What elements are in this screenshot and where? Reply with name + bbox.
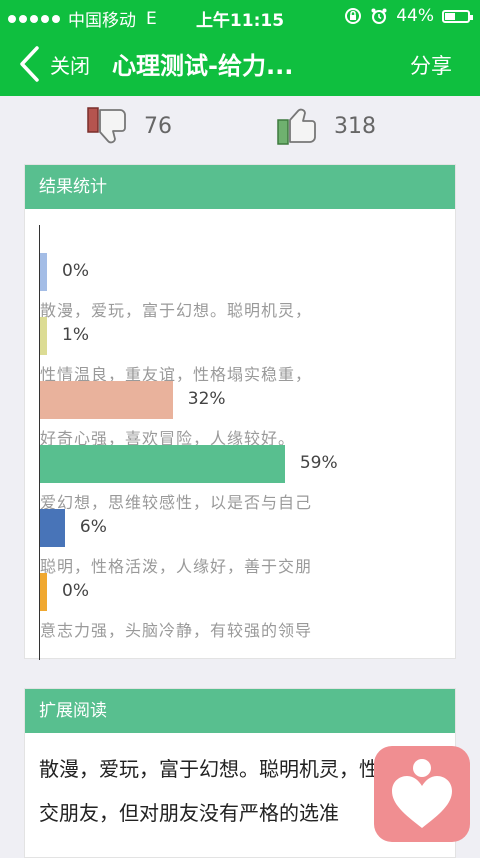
chart-category-label: 爱幻想，思维较感性，以是否与自己 <box>40 493 313 512</box>
nav-bar: 关闭 心理测试-给力... 分享 <box>0 32 480 96</box>
chart-category-label: 聪明，性格活泼，人缘好，善于交朋 <box>40 557 313 576</box>
chart-value-label: 32% <box>187 389 226 409</box>
chart-bar <box>40 317 47 355</box>
battery-level <box>445 12 455 20</box>
chart-bar <box>40 445 285 483</box>
extended-reading-header: 扩展阅读 <box>25 689 455 733</box>
page-title: 心理测试-给力... <box>112 52 294 80</box>
chart-category-label: 散漫，爱玩，富于幻想。聪明机灵， <box>40 301 313 320</box>
chart-bar <box>40 253 47 291</box>
like-button[interactable]: 318 <box>276 106 376 146</box>
chart-bar <box>40 509 65 547</box>
result-stats-header: 结果统计 <box>25 165 455 209</box>
dislike-count: 76 <box>144 113 172 139</box>
close-button[interactable]: 关闭 <box>18 44 98 84</box>
share-button[interactable]: 分享 <box>410 50 452 80</box>
chart-value-label: 0% <box>62 581 89 601</box>
chart-category-label: 意志力强，头脑冷静，有较强的领导 <box>40 621 313 640</box>
thumbs-down-icon <box>87 107 126 144</box>
dislike-button[interactable]: 76 <box>86 106 172 146</box>
alarm-icon <box>371 8 387 24</box>
chart-bar <box>40 381 173 419</box>
rotation-lock-icon <box>345 8 362 24</box>
vote-row: 76 318 <box>0 100 480 156</box>
chart-bar <box>40 573 47 611</box>
battery-percent: 44% <box>396 6 434 26</box>
thumbs-up-icon <box>277 108 316 145</box>
heart-person-icon <box>392 759 452 828</box>
result-stats-card: 结果统计 0% 散漫，爱玩，富于幻想。聪明机灵， 1% 性情温良，重友谊，性格塌实稳重… <box>24 164 456 660</box>
chart-value-label: 59% <box>299 453 338 473</box>
chart-value-label: 0% <box>62 261 89 281</box>
floating-app-button[interactable] <box>374 746 470 842</box>
battery-icon <box>442 9 473 23</box>
back-chevron-icon <box>20 46 39 82</box>
close-label: 关闭 <box>50 53 90 78</box>
like-count: 318 <box>334 113 376 139</box>
status-bar: 中国移动 E 上午11:15 44% <box>0 0 480 32</box>
chart-value-label: 1% <box>62 325 89 345</box>
chart-value-label: 6% <box>79 517 107 537</box>
status-right: 44% <box>344 6 473 26</box>
